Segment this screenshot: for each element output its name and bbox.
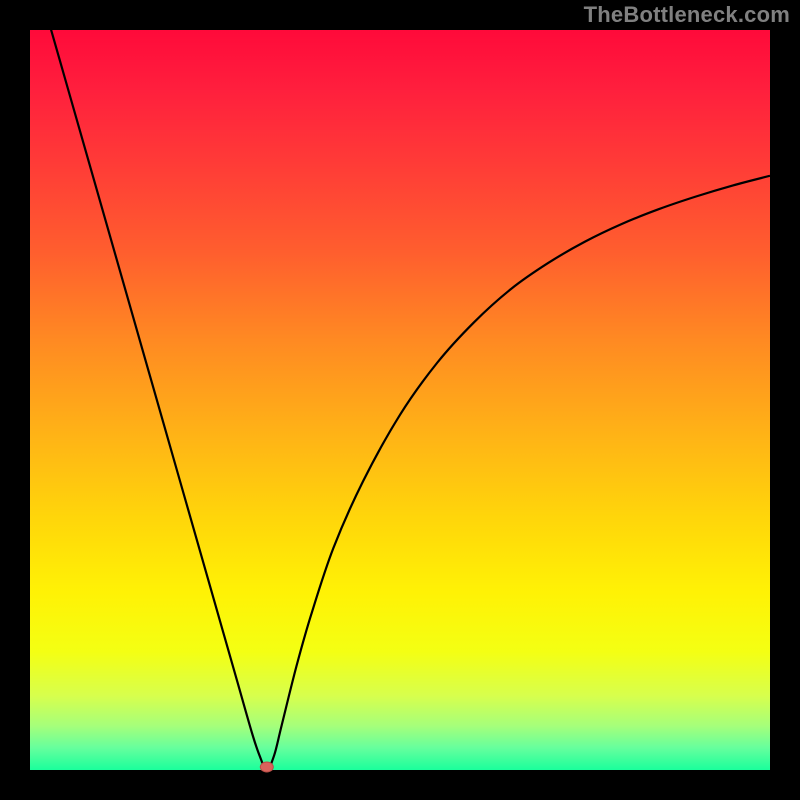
optimum-marker [260, 762, 273, 772]
bottleneck-curve-plot [0, 0, 800, 800]
plot-background [30, 30, 770, 770]
watermark: TheBottleneck.com [584, 2, 790, 28]
chart-frame: TheBottleneck.com [0, 0, 800, 800]
